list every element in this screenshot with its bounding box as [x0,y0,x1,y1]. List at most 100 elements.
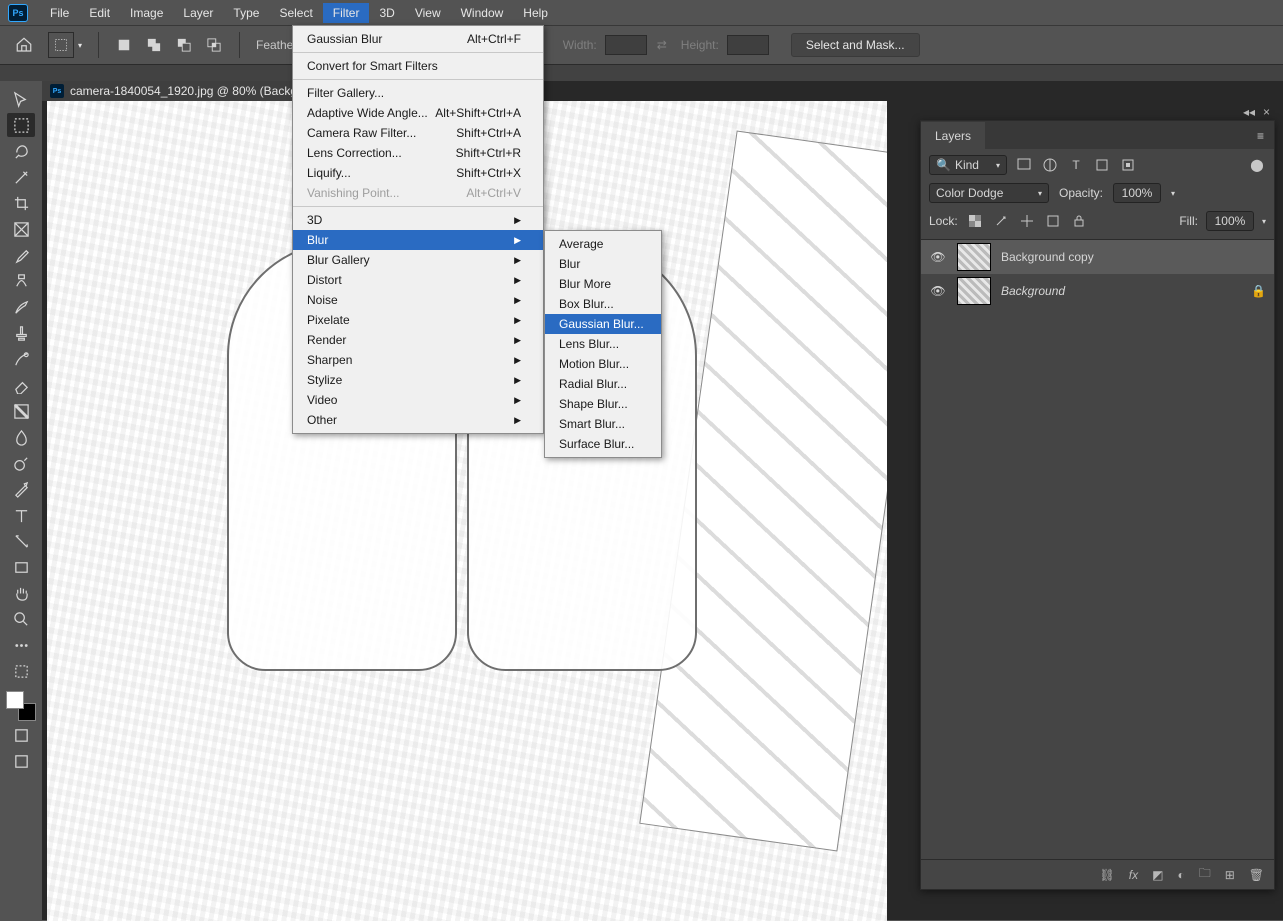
menuitem-video[interactable]: Video▶ [293,390,543,410]
marquee-preset-icon[interactable] [48,32,74,58]
filter-adjust-icon[interactable] [1041,156,1059,174]
layer-thumbnail[interactable] [957,243,991,271]
height-field[interactable] [727,35,769,55]
filter-type-icon[interactable]: T [1067,156,1085,174]
layers-tab[interactable]: Layers [921,122,985,149]
layer-group-icon[interactable]: 🗀 [1199,864,1211,885]
lock-all-icon[interactable] [1070,212,1088,230]
tool-history[interactable] [7,347,35,371]
tool-marquee[interactable] [7,113,35,137]
selection-new-icon[interactable] [113,34,135,56]
menuitem-liquify[interactable]: Liquify...Shift+Ctrl+X [293,163,543,183]
tool-zoom[interactable] [7,607,35,631]
panel-close-icon[interactable]: × [1263,105,1270,119]
home-button[interactable] [10,31,38,59]
menu-image[interactable]: Image [120,3,173,23]
preset-dropdown-icon[interactable]: ▾ [74,41,86,50]
menuitem-blur[interactable]: Blur▶ [293,230,543,250]
tool-rectangle[interactable] [7,555,35,579]
menuitem-surface-blur[interactable]: Surface Blur... [545,434,661,454]
swap-dimensions-icon[interactable]: ⇄ [657,38,667,52]
menu-window[interactable]: Window [451,3,514,23]
layer-row[interactable]: 👁 Background copy [921,240,1274,274]
menuitem-smart-blur[interactable]: Smart Blur... [545,414,661,434]
menuitem-gaussian-blur[interactable]: Gaussian Blur... [545,314,661,334]
fill-dropdown-icon[interactable]: ▾ [1262,217,1266,226]
tool-more[interactable] [7,633,35,657]
menu-layer[interactable]: Layer [173,3,223,23]
adjustment-layer-icon[interactable]: ◐ [1177,868,1184,882]
tool-lasso[interactable] [7,139,35,163]
menuitem-render[interactable]: Render▶ [293,330,543,350]
opacity-field[interactable]: 100% [1113,183,1161,203]
width-field[interactable] [605,35,647,55]
selection-subtract-icon[interactable] [173,34,195,56]
tool-hand[interactable] [7,581,35,605]
select-and-mask-button[interactable]: Select and Mask... [791,33,920,57]
lock-pixels-icon[interactable] [992,212,1010,230]
tool-eyedropper[interactable] [7,243,35,267]
filter-shape-icon[interactable] [1093,156,1111,174]
menuitem-blur[interactable]: Blur [545,254,661,274]
quick-mask-icon[interactable] [7,723,35,747]
layer-thumbnail[interactable] [957,277,991,305]
lock-transparency-icon[interactable] [966,212,984,230]
delete-layer-icon[interactable]: 🗑 [1249,868,1264,882]
menu-edit[interactable]: Edit [79,3,120,23]
lock-artboard-icon[interactable] [1044,212,1062,230]
layer-row[interactable]: 👁Background🔒 [921,274,1274,308]
menuitem-pixelate[interactable]: Pixelate▶ [293,310,543,330]
tool-eraser[interactable] [7,373,35,397]
menuitem-gaussian-blur[interactable]: Gaussian BlurAlt+Ctrl+F [293,29,543,49]
tool-move[interactable] [7,87,35,111]
filter-toggle[interactable]: ⬤ [1248,156,1266,174]
menuitem-motion-blur[interactable]: Motion Blur... [545,354,661,374]
menu-select[interactable]: Select [269,3,322,23]
menuitem-blur-more[interactable]: Blur More [545,274,661,294]
menuitem-box-blur[interactable]: Box Blur... [545,294,661,314]
menuitem-lens-correction[interactable]: Lens Correction...Shift+Ctrl+R [293,143,543,163]
screen-mode-icon[interactable] [7,749,35,773]
menu-file[interactable]: File [40,3,79,23]
menuitem-noise[interactable]: Noise▶ [293,290,543,310]
layer-visibility-icon[interactable]: 👁 [929,250,947,264]
menu-3d[interactable]: 3D [369,3,404,23]
tool-gradient[interactable] [7,399,35,423]
tool-frame[interactable] [7,217,35,241]
menu-view[interactable]: View [405,3,451,23]
layer-visibility-icon[interactable]: 👁 [929,284,947,298]
menuitem-adaptive-wide-angle[interactable]: Adaptive Wide Angle...Alt+Shift+Ctrl+A [293,103,543,123]
selection-intersect-icon[interactable] [203,34,225,56]
tool-blur[interactable] [7,425,35,449]
tool-type[interactable] [7,503,35,527]
menu-type[interactable]: Type [223,3,269,23]
menuitem-sharpen[interactable]: Sharpen▶ [293,350,543,370]
selection-add-icon[interactable] [143,34,165,56]
panel-collapse-icon[interactable]: ◂◂ [1243,105,1255,119]
panel-menu-icon[interactable]: ≡ [1247,123,1274,149]
blend-mode-dropdown[interactable]: Color Dodge▾ [929,183,1049,203]
menuitem-stylize[interactable]: Stylize▶ [293,370,543,390]
menuitem-camera-raw-filter[interactable]: Camera Raw Filter...Shift+Ctrl+A [293,123,543,143]
lock-position-icon[interactable] [1018,212,1036,230]
tool-pen[interactable] [7,477,35,501]
menuitem-average[interactable]: Average [545,234,661,254]
menuitem-other[interactable]: Other▶ [293,410,543,430]
filter-pixel-icon[interactable] [1015,156,1033,174]
menuitem-radial-blur[interactable]: Radial Blur... [545,374,661,394]
tool-path[interactable] [7,529,35,553]
filter-smart-icon[interactable] [1119,156,1137,174]
menuitem-convert-for-smart-filters[interactable]: Convert for Smart Filters [293,56,543,76]
tool-stamp[interactable] [7,321,35,345]
layer-mask-icon[interactable]: ◩ [1152,868,1163,882]
tool-edit-toolbar[interactable] [7,659,35,683]
layer-name[interactable]: Background copy [1001,250,1266,264]
tool-brush[interactable] [7,295,35,319]
menuitem-3d[interactable]: 3D▶ [293,210,543,230]
menuitem-shape-blur[interactable]: Shape Blur... [545,394,661,414]
tool-healing[interactable] [7,269,35,293]
layer-name[interactable]: Background [1001,284,1241,298]
tool-dodge[interactable] [7,451,35,475]
menu-filter[interactable]: Filter [323,3,370,23]
opacity-dropdown-icon[interactable]: ▾ [1171,189,1175,198]
